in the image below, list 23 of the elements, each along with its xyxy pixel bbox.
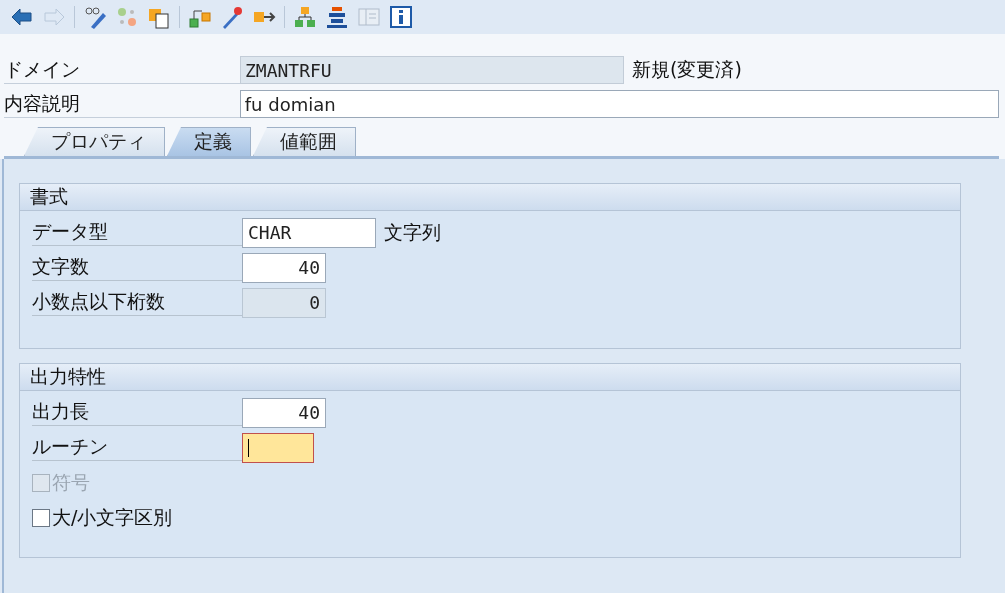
status-text: 新規(変更済) (632, 57, 742, 82)
input-field[interactable] (242, 432, 314, 463)
input-field[interactable]: 40 (242, 397, 326, 428)
glasses-pencil-icon[interactable] (83, 5, 107, 29)
magic-wand-icon[interactable] (220, 5, 244, 29)
readonly-field[interactable]: 0 (242, 287, 326, 318)
type-description: 文字列 (384, 219, 441, 245)
checkbox[interactable] (32, 508, 50, 527)
readonly-field[interactable]: ZMANTRFU (240, 56, 624, 84)
checkbox-label: 符号 (52, 469, 90, 495)
input-field[interactable]: CHAR (242, 217, 376, 248)
stacked-bars-icon[interactable] (325, 5, 349, 29)
checkbox-label: 大/小文字区別 (52, 504, 173, 530)
tab[interactable]: 定義 (167, 127, 251, 156)
group-title: 出力特性 (20, 364, 960, 391)
tab[interactable]: 値範囲 (253, 127, 356, 156)
input-field[interactable]: fu domian (239, 90, 999, 118)
group-title: 書式 (20, 184, 960, 211)
tab[interactable]: プロパティ (24, 127, 165, 156)
input-field[interactable]: 40 (242, 252, 326, 283)
info-icon[interactable] (389, 5, 413, 29)
hierarchy-icon[interactable] (293, 5, 317, 29)
field-label: 内容説明 (4, 90, 240, 118)
